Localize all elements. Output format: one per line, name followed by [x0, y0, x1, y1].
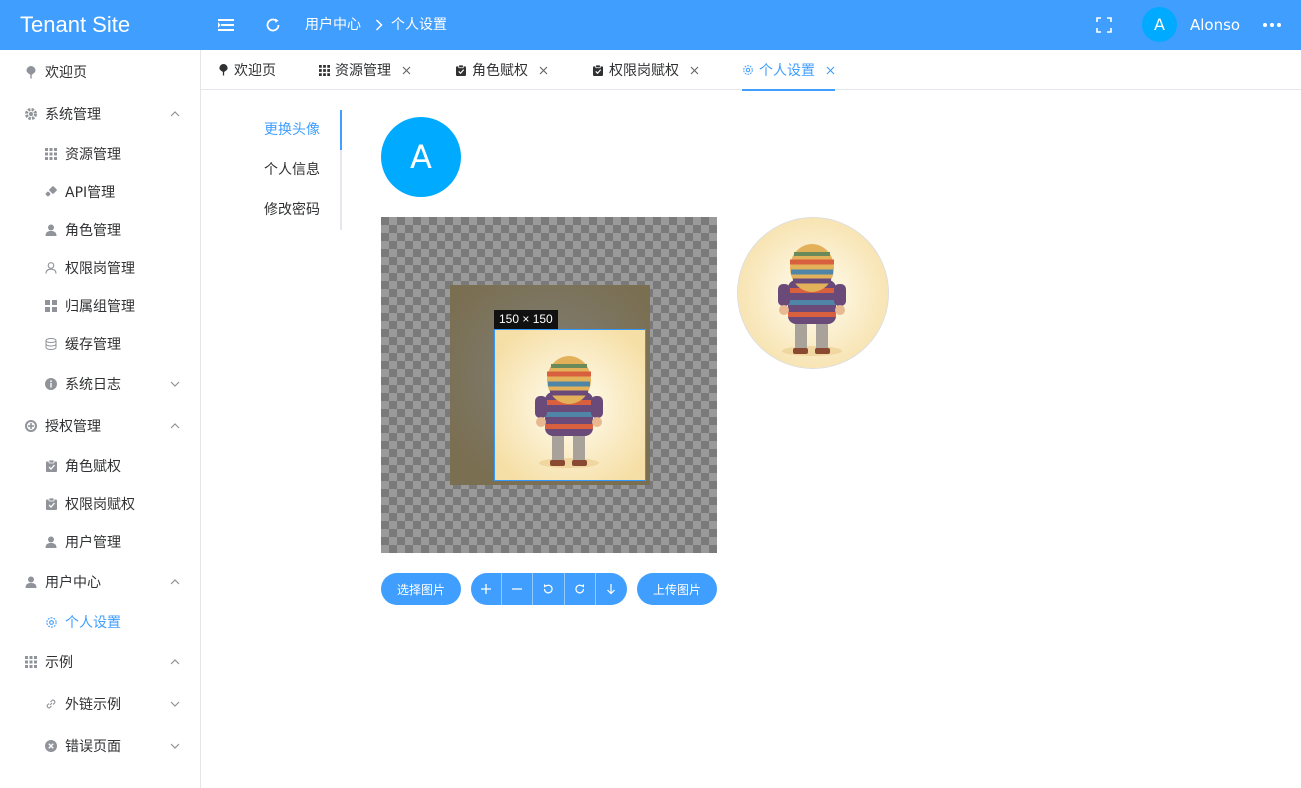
breadcrumb-item-user-center[interactable]: 用户中心 [305, 0, 361, 50]
minus-icon [512, 588, 523, 590]
sidebar-item-roles[interactable]: 角色管理 [0, 211, 200, 249]
crop-size-label: 150 × 150 [494, 310, 558, 329]
sidebar-item-cache[interactable]: 缓存管理 [0, 325, 200, 363]
close-icon[interactable] [825, 65, 835, 75]
chevron-right-icon [375, 19, 383, 31]
chevron-up-icon [170, 421, 180, 431]
clipboard-check-icon [44, 459, 58, 473]
fullscreen-icon[interactable] [1094, 15, 1114, 35]
tab-bar: 欢迎页 资源管理 角色赋权 权限岗赋权 个人设置 [201, 50, 1301, 91]
arrow-down-icon [607, 584, 616, 595]
user-icon [44, 535, 58, 549]
clipboard-check-icon [44, 497, 58, 511]
more-icon[interactable] [1262, 15, 1282, 35]
close-circle-icon [44, 739, 58, 753]
breadcrumb: 用户中心 个人设置 [305, 0, 447, 50]
close-icon[interactable] [401, 65, 411, 75]
database-icon [44, 337, 58, 351]
clipboard-check-icon [455, 64, 467, 76]
zoom-out-button[interactable] [502, 573, 534, 605]
sidebar-item-system[interactable]: 系统管理 [0, 95, 200, 133]
sidebar-item-external-links[interactable]: 外链示例 [0, 685, 200, 723]
plug-icon [44, 185, 58, 199]
crop-tools-group [471, 573, 627, 605]
grid-icon [24, 655, 38, 669]
breadcrumb-item-personal-settings: 个人设置 [391, 17, 447, 33]
download-button[interactable] [596, 573, 627, 605]
settings-nav-active-bar [340, 110, 342, 150]
chevron-down-icon [170, 699, 180, 709]
gear-icon [24, 107, 38, 121]
user-icon [44, 223, 58, 237]
tab-role-grant[interactable]: 角色赋权 [455, 50, 548, 90]
crop-selection[interactable] [494, 329, 646, 481]
site-logo: Tenant Site [20, 12, 131, 37]
current-avatar: A [381, 117, 461, 197]
menu-toggle-icon[interactable] [216, 15, 236, 35]
close-icon[interactable] [689, 65, 699, 75]
tab-welcome[interactable]: 欢迎页 [217, 50, 276, 90]
settings-nav: 更换头像 个人信息 修改密码 [201, 110, 342, 230]
chevron-up-icon [170, 109, 180, 119]
select-image-button[interactable]: 选择图片 [381, 573, 461, 605]
sidebar-item-authorization[interactable]: 授权管理 [0, 407, 200, 445]
refresh-icon[interactable] [263, 15, 283, 35]
chevron-up-icon [170, 577, 180, 587]
chevron-down-icon [170, 379, 180, 389]
sidebar-item-groups[interactable]: 归属组管理 [0, 287, 200, 325]
image-cropper[interactable]: 150 × 150 [381, 217, 717, 553]
chevron-up-icon [170, 657, 180, 667]
apps-icon [44, 299, 58, 313]
sidebar-item-system-logs[interactable]: 系统日志 [0, 365, 200, 403]
chevron-down-icon [170, 741, 180, 751]
rotate-left-icon [544, 584, 554, 594]
avatar[interactable]: A [1142, 7, 1177, 42]
avatar-preview [737, 217, 889, 369]
settings-nav-change-avatar[interactable]: 更换头像 [264, 110, 320, 150]
link-icon [44, 697, 58, 711]
gear-outline-icon [742, 64, 754, 76]
pin-icon [217, 64, 229, 76]
sidebar-item-examples[interactable]: 示例 [0, 643, 200, 681]
rotate-left-button[interactable] [533, 573, 565, 605]
settings-nav-personal-info[interactable]: 个人信息 [264, 150, 320, 190]
close-icon[interactable] [538, 65, 548, 75]
settings-nav-change-password[interactable]: 修改密码 [264, 190, 320, 230]
rotate-right-icon [575, 584, 584, 594]
sidebar-item-resources[interactable]: 资源管理 [0, 135, 200, 173]
sidebar-item-welcome[interactable]: 欢迎页 [0, 53, 200, 91]
zoom-in-button[interactable] [471, 573, 503, 605]
clipboard-check-icon [592, 64, 604, 76]
user-outline-icon [44, 261, 58, 275]
pin-icon [24, 65, 38, 79]
sidebar-item-permission-posts[interactable]: 权限岗管理 [0, 249, 200, 287]
sidebar-item-api[interactable]: API管理 [0, 173, 200, 211]
sidebar-item-role-grant[interactable]: 角色赋权 [0, 447, 200, 485]
username[interactable]: Alonso [1190, 0, 1240, 50]
top-header: Tenant Site 用户中心 个人设置 A Alonso [0, 0, 1301, 50]
plus-icon [481, 584, 492, 594]
rotate-right-button[interactable] [565, 573, 596, 605]
info-icon [44, 377, 58, 391]
gear-outline-icon [44, 615, 58, 629]
sidebar-item-personal-settings[interactable]: 个人设置 [0, 603, 200, 641]
upload-image-button[interactable]: 上传图片 [637, 573, 717, 605]
tab-permission-grant[interactable]: 权限岗赋权 [592, 50, 699, 90]
grid-icon [44, 147, 58, 161]
tab-resources[interactable]: 资源管理 [318, 50, 411, 90]
tab-personal-settings[interactable]: 个人设置 [742, 50, 835, 91]
sidebar-item-error-pages[interactable]: 错误页面 [0, 727, 200, 765]
user-icon [24, 575, 38, 589]
sidebar-item-users[interactable]: 用户管理 [0, 523, 200, 561]
sidebar-item-user-center[interactable]: 用户中心 [0, 563, 200, 601]
sidebar-item-permission-grant[interactable]: 权限岗赋权 [0, 485, 200, 523]
grid-icon [318, 64, 330, 76]
sidebar: 欢迎页 系统管理 资源管理 API管理 角色管理 权限岗管理 归属组管理 缓存管… [0, 50, 201, 788]
plus-circle-icon [24, 419, 38, 433]
